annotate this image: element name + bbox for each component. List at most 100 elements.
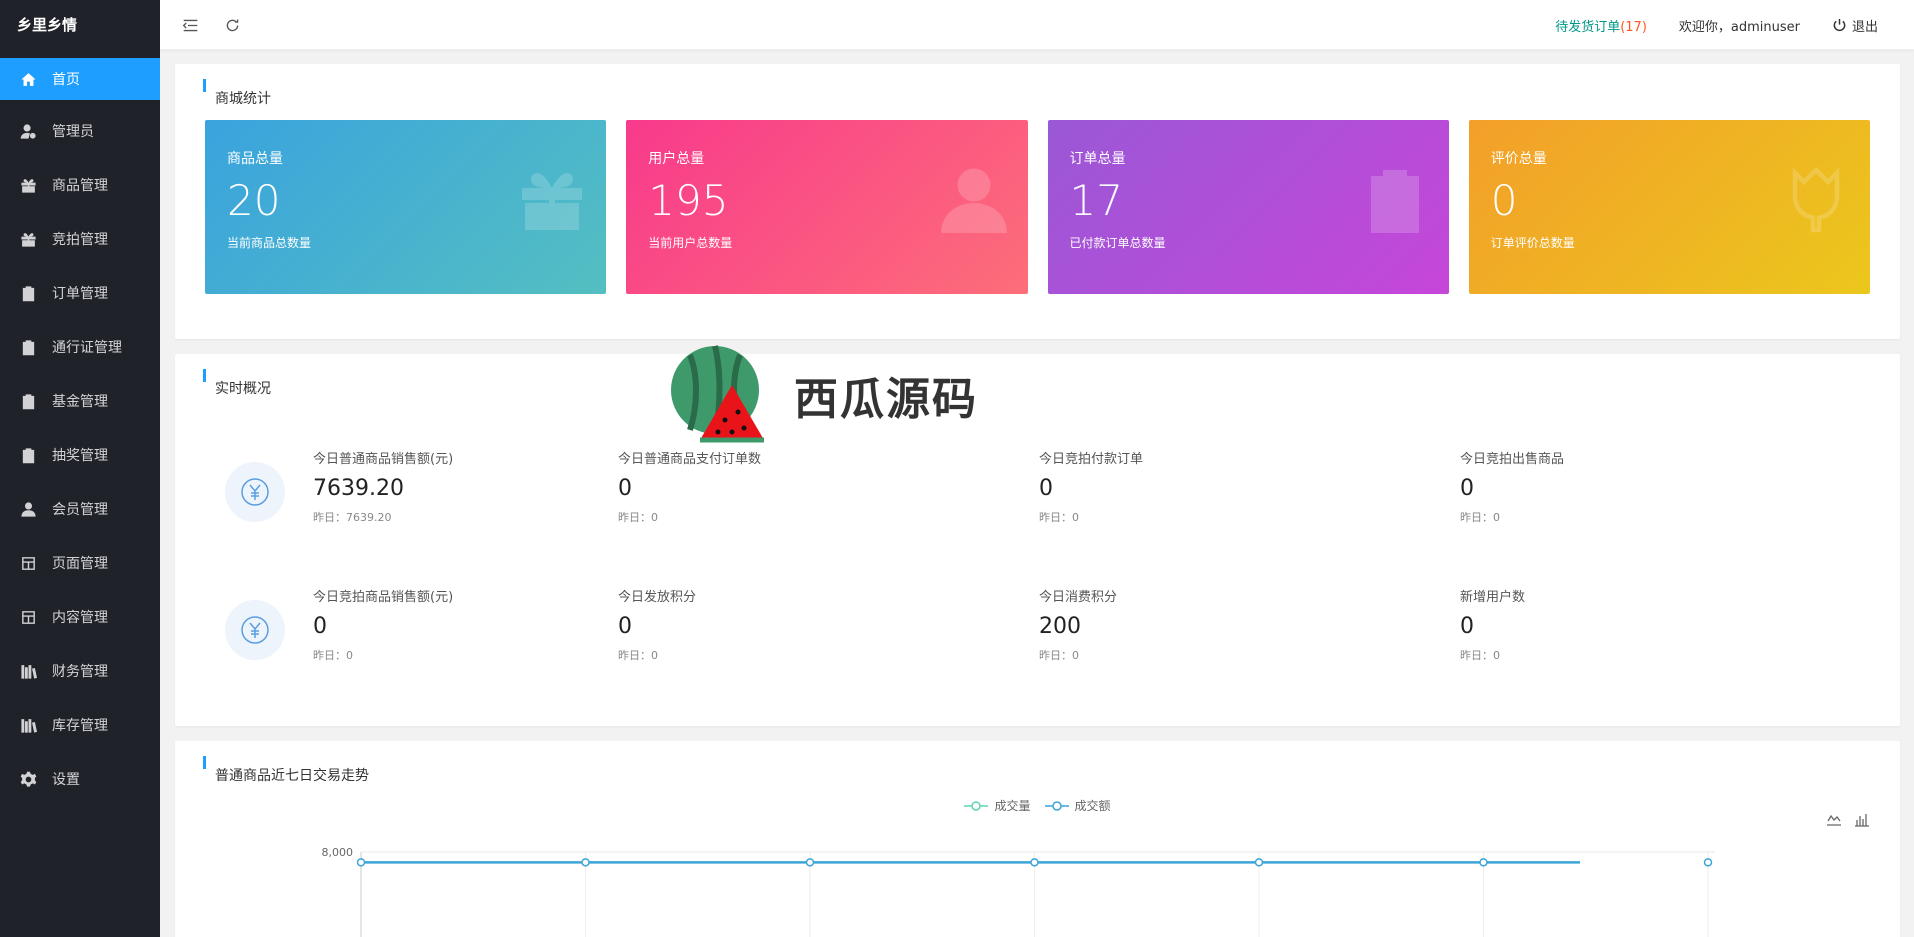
books-icon xyxy=(18,715,38,735)
gift-icon xyxy=(18,229,38,249)
logout-button[interactable]: 退出 xyxy=(1832,16,1878,35)
clipboard-icon xyxy=(18,445,38,465)
layout-icon xyxy=(18,607,38,627)
legend-item-amount[interactable]: 成交额 xyxy=(1044,797,1111,814)
power-icon xyxy=(1833,18,1846,31)
overview-value: 0 xyxy=(618,476,632,501)
stat-sub: 当前商品总数量 xyxy=(227,236,312,250)
tulip-icon xyxy=(1780,164,1852,236)
stat-sub: 当前用户总数量 xyxy=(648,236,733,250)
data-point-amount xyxy=(356,858,366,867)
overview-yesterday: 昨日：0 xyxy=(1039,511,1079,524)
sidebar-item-pages[interactable]: 页面管理 xyxy=(0,536,160,590)
app-logo: 乡里乡情 xyxy=(17,16,78,34)
trend-card: 普通商品近七日交易走势 成交量 成交额 8,000 xyxy=(175,741,1900,937)
sidebar-item-label: 财务管理 xyxy=(52,664,108,680)
sidebar-item-settings[interactable]: 设置 xyxy=(0,752,160,806)
sidebar-item-label: 商品管理 xyxy=(52,178,108,194)
legend-label: 成交量 xyxy=(994,799,1031,813)
overview-value: 200 xyxy=(1039,614,1081,639)
sidebar-item-label: 抽奖管理 xyxy=(52,448,108,464)
overview-row: 今日竞拍商品销售额(元) 0 昨日：0 今日发放积分 0 昨日：0 今日消费积分… xyxy=(175,558,1900,696)
stat-card-orders[interactable]: 订单总量 17 已付款订单总数量 xyxy=(1047,120,1449,294)
gift-icon xyxy=(18,175,38,195)
home-icon xyxy=(18,69,38,89)
overview-value: 7639.20 xyxy=(313,476,404,501)
sidebar-item-label: 页面管理 xyxy=(52,556,108,572)
clipboard-icon xyxy=(18,283,38,303)
sidebar-item-label: 通行证管理 xyxy=(52,340,122,356)
overview-label: 今日竞拍商品销售额(元) xyxy=(313,590,454,605)
trend-chart-svg: 8,000 xyxy=(322,846,1715,937)
overview-item: 今日普通商品销售额(元) 7639.20 昨日：7639.20 xyxy=(175,420,618,525)
data-point-amount xyxy=(805,858,815,867)
trend-title: 普通商品近七日交易走势 xyxy=(175,741,1900,797)
logout-label: 退出 xyxy=(1851,19,1878,35)
overview-yesterday: 昨日：0 xyxy=(618,511,658,524)
sidebar-item-inventory[interactable]: 库存管理 xyxy=(0,698,160,752)
sidebar-item-auction[interactable]: 竞拍管理 xyxy=(0,212,160,266)
gift-icon xyxy=(516,164,588,236)
sidebar-item-goods[interactable]: 商品管理 xyxy=(0,158,160,212)
sidebar-item-label: 首页 xyxy=(52,72,80,88)
shop-stats-card: 商城统计 商品总量 20 当前商品总数量 用户总量 195 当前用户总数量 订单… xyxy=(175,64,1900,339)
overview-label: 今日竞拍付款订单 xyxy=(1039,452,1144,467)
sidebar-item-admin[interactable]: 管理员 xyxy=(0,104,160,158)
clipboard-icon xyxy=(18,337,38,357)
stat-card-goods[interactable]: 商品总量 20 当前商品总数量 xyxy=(205,120,607,294)
sidebar-item-label: 订单管理 xyxy=(52,286,108,302)
pending-orders-link[interactable]: 待发货订单(17) xyxy=(1555,16,1647,35)
refresh-icon[interactable] xyxy=(222,15,242,35)
sidebar-item-orders[interactable]: 订单管理 xyxy=(0,266,160,320)
overview-yesterday: 昨日：0 xyxy=(618,649,658,662)
chart-legend: 成交量 成交额 xyxy=(175,797,1900,814)
overview-item: 今日消费积分 200 昨日：0 xyxy=(1039,558,1460,663)
overview-value: 0 xyxy=(1460,614,1474,639)
sidebar-item-lottery[interactable]: 抽奖管理 xyxy=(0,428,160,482)
overview-label: 今日消费积分 xyxy=(1039,590,1118,605)
sidebar-item-home[interactable]: 首页 xyxy=(0,58,160,100)
gear-icon xyxy=(18,769,38,789)
user-icon xyxy=(18,499,38,519)
menu-collapse-icon[interactable] xyxy=(180,15,200,35)
sidebar-item-finance[interactable]: 财务管理 xyxy=(0,644,160,698)
overview-yesterday: 昨日：7639.20 xyxy=(313,511,392,524)
overview-row: 今日普通商品销售额(元) 7639.20 昨日：7639.20 今日普通商品支付… xyxy=(175,420,1900,558)
overview-value: 0 xyxy=(1039,476,1053,501)
pending-orders-label: 待发货订单 xyxy=(1555,19,1621,35)
overview-item: 今日竞拍出售商品 0 昨日：0 xyxy=(1460,420,1760,525)
overview-label: 新增用户数 xyxy=(1460,590,1526,605)
overview-label: 今日普通商品销售额(元) xyxy=(313,452,454,467)
sidebar-item-content[interactable]: 内容管理 xyxy=(0,590,160,644)
overview-yesterday: 昨日：0 xyxy=(1460,511,1500,524)
sidebar-item-label: 设置 xyxy=(52,772,80,788)
sidebar-item-fund[interactable]: 基金管理 xyxy=(0,374,160,428)
overview-item: 今日发放积分 0 昨日：0 xyxy=(618,558,1039,663)
stat-card-users[interactable]: 用户总量 195 当前用户总数量 xyxy=(626,120,1028,294)
layout-icon xyxy=(18,553,38,573)
sidebar-item-label: 基金管理 xyxy=(52,394,108,410)
sidebar-nav: 首页 管理员 商品管理 竞拍管理 订单管理 通行证管理 基金管理 抽奖管理 会员… xyxy=(0,58,160,806)
stat-sub: 已付款订单总数量 xyxy=(1069,236,1166,250)
stat-sub: 订单评价总数量 xyxy=(1490,236,1575,250)
data-point-amount xyxy=(1030,858,1039,867)
overview-label: 今日普通商品支付订单数 xyxy=(618,452,762,467)
stat-card-reviews[interactable]: 评价总量 0 订单评价总数量 xyxy=(1468,120,1870,294)
clipboard-icon xyxy=(1359,164,1431,236)
sidebar-item-pass[interactable]: 通行证管理 xyxy=(0,320,160,374)
data-point-amount xyxy=(1703,858,1713,867)
legend-label: 成交额 xyxy=(1074,799,1111,813)
legend-marker xyxy=(1044,800,1069,811)
main-content: 商城统计 商品总量 20 当前商品总数量 用户总量 195 当前用户总数量 订单… xyxy=(160,50,1914,937)
clipboard-icon xyxy=(18,391,38,411)
welcome-text: 欢迎你，adminuser xyxy=(1678,19,1800,35)
data-point-amount xyxy=(1254,858,1264,867)
top-header: 待发货订单(17) 欢迎你，adminuser 退出 xyxy=(160,0,1914,50)
overview-item: 今日普通商品支付订单数 0 昨日：0 xyxy=(618,420,1039,525)
legend-marker xyxy=(964,800,989,811)
legend-item-volume[interactable]: 成交量 xyxy=(964,797,1031,814)
overview-value: 0 xyxy=(618,614,632,639)
realtime-title: 实时概况 xyxy=(175,354,1900,410)
sidebar-item-members[interactable]: 会员管理 xyxy=(0,482,160,536)
yen-icon xyxy=(225,600,285,660)
